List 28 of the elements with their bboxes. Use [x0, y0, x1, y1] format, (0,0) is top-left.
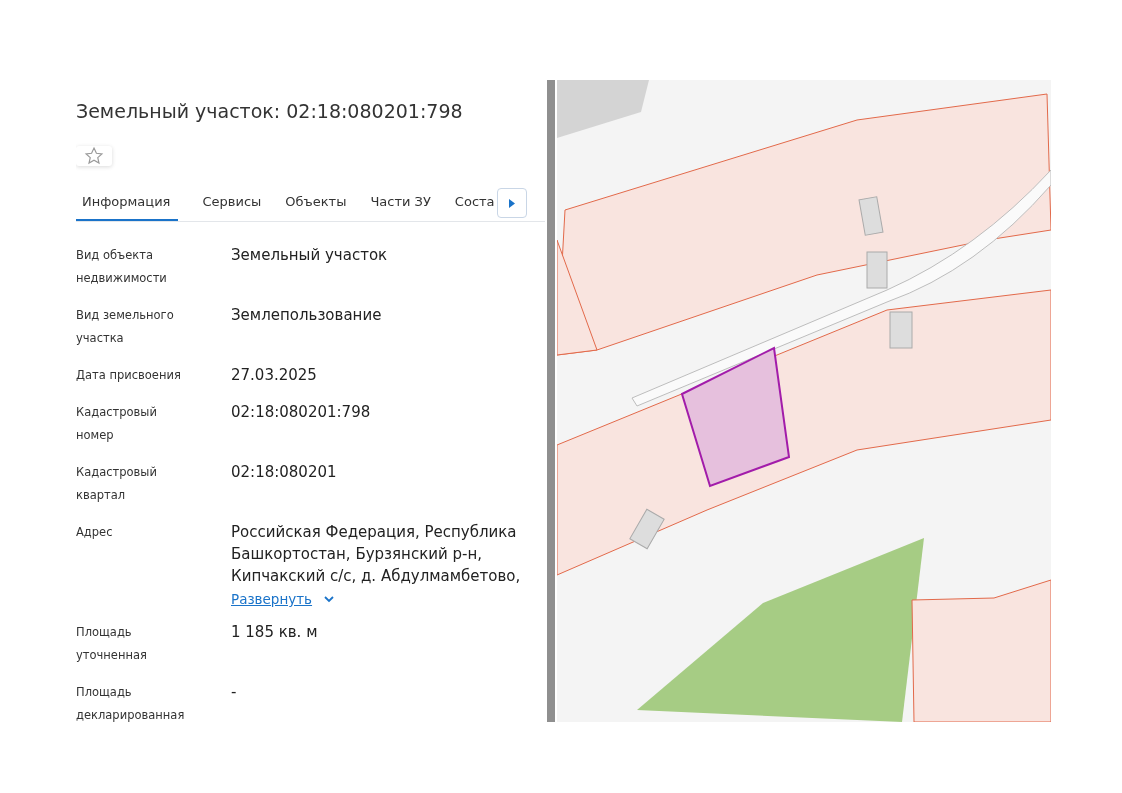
- field-label: Кадастровый номер: [76, 404, 158, 444]
- scroll-right-button[interactable]: [496, 188, 527, 218]
- tab[interactable]: Части ЗУ: [370, 186, 431, 221]
- field-label: Площадь декларированная: [76, 684, 186, 722]
- field-value: 02:18:080201:798: [231, 402, 371, 423]
- favorite-button[interactable]: [76, 146, 112, 166]
- field-value: Российская Федерация, Республика Башкортостан, Бурзянский р-н, Кипчакский с/с, д. Абдулмамбетово,: [231, 522, 522, 587]
- chevron-down-icon: [324, 595, 335, 603]
- field-label: Площадь уточненная: [76, 624, 148, 664]
- tab[interactable]: Объекты: [285, 186, 347, 221]
- expand-link[interactable]: Развернуть: [231, 591, 335, 607]
- star-icon: [84, 146, 104, 166]
- field-label: Дата присвоения: [76, 367, 182, 384]
- triangle-right-icon: [508, 198, 515, 208]
- field-label: Вид объекта недвижимости: [76, 247, 168, 287]
- field-label: Кадастровый квартал: [76, 464, 158, 504]
- field-value: 02:18:080201: [231, 462, 337, 483]
- field-value: Земельный участок: [231, 245, 388, 266]
- field-label: Вид земельного участка: [76, 307, 175, 347]
- tab[interactable]: Информация: [76, 186, 179, 221]
- tab[interactable]: Соста: [454, 186, 495, 221]
- tab[interactable]: Сервисы: [202, 186, 262, 221]
- field-value: 27.03.2025: [231, 365, 317, 386]
- field-label: Адрес: [76, 524, 114, 541]
- page-title: Земельный участок: 02:18:080201:798: [76, 100, 464, 122]
- field-value: Землепользование: [231, 305, 382, 326]
- field-value: 1 185 кв. м: [231, 622, 318, 643]
- field-value: -: [231, 682, 237, 703]
